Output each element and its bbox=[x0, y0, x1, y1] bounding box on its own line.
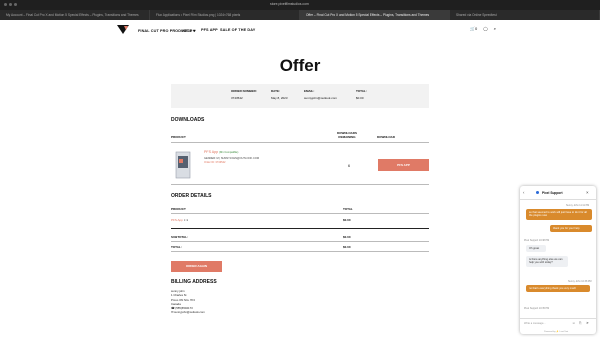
summary-email: EMAIL: sunnyjohn@outlook.com bbox=[304, 89, 337, 100]
billing-address: sunny john 1 Charles St Provo ON N1L 7K3… bbox=[171, 289, 205, 315]
nav-icons: 🛒0 ◯ ⌕ bbox=[470, 26, 496, 31]
divider bbox=[171, 251, 429, 252]
order-col-total: TOTAL bbox=[343, 207, 353, 211]
address-bar[interactable]: store.pixelfilmstudios.com bbox=[270, 2, 309, 6]
order-item-total: $0.00 bbox=[343, 218, 351, 222]
summary-total: TOTAL: $0.00 bbox=[356, 89, 367, 100]
close-window-icon[interactable] bbox=[4, 3, 7, 6]
chat-timestamp: Pixel Support 10:35 PM bbox=[524, 307, 550, 310]
total-label: TOTAL: bbox=[171, 245, 182, 249]
pfs-logo[interactable] bbox=[117, 25, 129, 34]
account-icon[interactable]: ◯ bbox=[483, 26, 487, 31]
send-icon[interactable]: ➤ bbox=[586, 321, 589, 325]
chat-message: Oh great bbox=[526, 245, 546, 253]
attach-icon[interactable]: ⎘ bbox=[579, 321, 582, 325]
maximize-window-icon[interactable] bbox=[14, 3, 17, 6]
divider bbox=[171, 228, 429, 229]
chat-input-area: Write a message... ☺ ⎘ ➤ Powered by ⚡ Li… bbox=[520, 318, 596, 334]
divider bbox=[171, 241, 429, 242]
chat-message-input[interactable]: Write a message... bbox=[524, 322, 546, 325]
order-summary: ORDER NUMBER: 3743542 DATE: May 8, 2023 … bbox=[171, 84, 429, 108]
chat-timestamp: Sunny John 11:11 PM bbox=[566, 204, 590, 207]
page-title: Offer bbox=[279, 56, 321, 75]
browser-tab[interactable]: Flux Applications • Pixel Film Studios.p… bbox=[150, 10, 300, 20]
nav-help[interactable]: HELP ▾ bbox=[182, 28, 196, 33]
downloads-col-product: PRODUCT bbox=[171, 135, 186, 139]
browser-tab-active[interactable]: Offer – Final Cut Pro X and Motion 5 Spe… bbox=[300, 10, 450, 20]
product-image bbox=[175, 151, 191, 179]
chat-agent-name: Pixel Support bbox=[542, 191, 563, 195]
billing-heading: BILLING ADDRESS bbox=[171, 279, 217, 285]
nav-sale-of-the-day[interactable]: SALE OF THE DAY bbox=[220, 28, 255, 32]
minimize-window-icon[interactable] bbox=[9, 3, 12, 6]
downloads-remaining: 6 bbox=[348, 164, 350, 168]
browser-tab[interactable]: My Account – Final Cut Pro X and Motion … bbox=[0, 10, 150, 20]
divider bbox=[171, 184, 429, 185]
compat-badge: (M1 Compatible) bbox=[219, 151, 239, 154]
search-icon[interactable]: ⌕ bbox=[494, 26, 496, 31]
divider bbox=[171, 142, 429, 143]
product-order-id: Order ID: 3743542 bbox=[204, 161, 226, 164]
subtotal-label: SUBTOTAL: bbox=[171, 235, 189, 239]
order-details-heading: ORDER DETAILS bbox=[171, 193, 212, 199]
window-controls[interactable] bbox=[4, 3, 17, 6]
chat-message: no that's everything thank you very much bbox=[526, 285, 590, 293]
downloads-col-remaining: DOWNLOADS REMAINING bbox=[337, 131, 357, 139]
browser-titlebar: store.pixelfilmstudios.com bbox=[0, 0, 600, 10]
chat-message: is there anything else we can help you w… bbox=[526, 256, 568, 267]
order-again-button[interactable]: ORDER AGAIN bbox=[171, 261, 222, 272]
emoji-icon[interactable]: ☺ bbox=[572, 321, 575, 325]
chevron-left-icon[interactable]: ‹ bbox=[523, 190, 525, 195]
chat-header: ‹ Pixel Support × bbox=[520, 186, 596, 200]
cart-count: 0 bbox=[474, 26, 478, 31]
product-meta: GENDER: M | SUNNYJOHN@OUTLOOK.COM bbox=[204, 157, 260, 160]
chat-timestamp: Pixel Support 10:38 PM bbox=[524, 239, 550, 242]
product-name[interactable]: PFS App (M1 Compatible) bbox=[204, 150, 238, 154]
powered-by: Powered by ⚡ LiveChat bbox=[544, 331, 569, 333]
cart-icon[interactable]: 🛒0 bbox=[470, 26, 477, 31]
close-icon[interactable]: × bbox=[586, 190, 589, 195]
chat-message: thank you for your help bbox=[550, 225, 592, 233]
downloads-col-download: DOWNLOAD bbox=[377, 135, 395, 139]
summary-order-number: ORDER NUMBER: 3743542 bbox=[231, 89, 257, 100]
order-col-product: PRODUCT bbox=[171, 207, 186, 211]
chat-timestamp: Sunny John 10:38 PM bbox=[568, 280, 592, 283]
nav-pfs-app[interactable]: PFS APP bbox=[201, 28, 218, 32]
order-item[interactable]: PFS App × 1 bbox=[171, 218, 188, 222]
site-nav: FINAL CUT PRO PRODUCTS ▾ HELP ▾ PFS APP … bbox=[0, 22, 600, 36]
agent-avatar bbox=[536, 191, 539, 194]
summary-date: DATE: May 8, 2023 bbox=[271, 89, 288, 100]
browser-tabs: My Account – Final Cut Pro X and Motion … bbox=[0, 10, 600, 20]
browser-tab[interactable]: Shared via Online Speedtest bbox=[450, 10, 600, 20]
livechat-widget: ‹ Pixel Support × Sunny John 11:11 PM so… bbox=[520, 186, 596, 334]
divider bbox=[171, 213, 429, 214]
total-value: $0.00 bbox=[343, 245, 351, 249]
downloads-heading: DOWNLOADS bbox=[171, 117, 205, 123]
subtotal-value: $0.00 bbox=[343, 235, 351, 239]
chat-message: so that seemed to work will just have to… bbox=[526, 209, 592, 220]
download-pfs-app-button[interactable]: PFS APP bbox=[378, 159, 429, 171]
